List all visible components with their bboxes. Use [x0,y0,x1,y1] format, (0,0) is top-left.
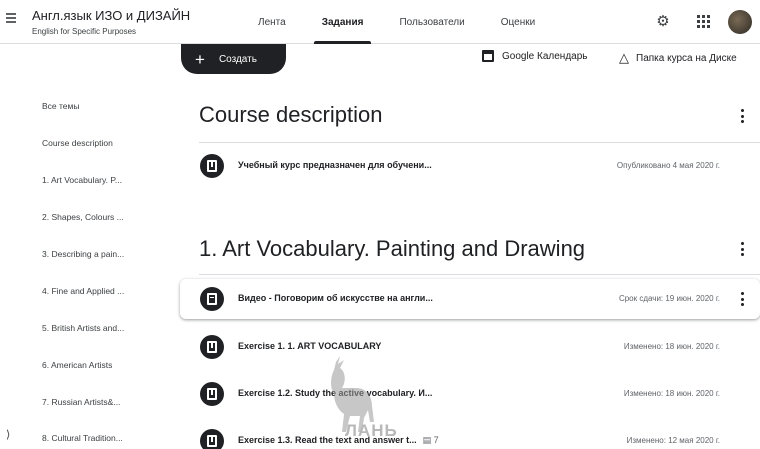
create-button[interactable]: + Создать [181,44,286,74]
assignment-icon [200,287,224,311]
tab-classwork[interactable]: Задания [304,0,382,44]
material-icon [200,154,224,178]
list-item[interactable]: Учебный курс предназначен для обучени...… [180,146,760,186]
tab-bar: Лента Задания Пользователи Оценки [240,0,553,44]
sidebar-item-topic-4[interactable]: 4. Fine and Applied ... [42,286,124,296]
drive-folder-label: Папка курса на Диске [636,52,737,64]
item-title: Exercise 1.2. Study the active vocabular… [238,388,433,398]
create-button-label: Создать [218,53,257,65]
apps-icon[interactable] [694,12,712,30]
item-more-icon[interactable] [738,292,746,306]
tab-grades[interactable]: Оценки [483,0,553,44]
material-icon [200,335,224,359]
item-title: Учебный курс предназначен для обучени... [238,160,432,170]
sidebar-item-topic-3[interactable]: 3. Describing a pain... [42,249,124,259]
sidebar-item-topic-8[interactable]: 8. Cultural Tradition... [42,433,123,443]
item-title: Exercise 1. 1. ART VOCABULARY [238,341,382,351]
tab-stream[interactable]: Лента [240,0,304,44]
sidebar-item-course-description[interactable]: Course description [42,138,113,148]
top-app-bar: Англ.язык ИЗО и ДИЗАЙН English for Speci… [0,0,760,44]
course-subtitle: English for Specific Purposes [32,27,137,36]
watermark-text: ЛАНЬ [345,421,398,440]
topic-more-icon[interactable] [738,242,746,256]
item-due-date: Срок сдачи: 19 июн. 2020 г. [618,294,720,303]
sidebar-item-topic-7[interactable]: 7. Russian Artists&... [42,397,120,407]
drive-icon: △ [619,50,629,65]
topic-title-course-description: Course description [199,102,383,127]
tab-people[interactable]: Пользователи [381,0,482,44]
sidebar-item-topic-6[interactable]: 6. American Artists [42,360,112,370]
avatar[interactable] [728,10,752,34]
topic-divider [199,274,760,275]
comment-count-value: 7 [433,435,439,445]
list-item[interactable]: Exercise 1.3. Read the text and answer t… [180,421,760,449]
google-calendar-label: Google Календарь [502,50,588,62]
material-icon [200,429,224,449]
item-date: Изменено: 18 июн. 2020 г. [623,342,720,351]
list-item[interactable]: Exercise 1. 1. ART VOCABULARY Изменено: … [180,327,760,367]
list-item[interactable]: Exercise 1.2. Study the active vocabular… [180,374,760,414]
comment-icon: ▤ [422,435,434,445]
drive-folder-link[interactable]: △ Папка курса на Диске [619,50,737,66]
gear-icon[interactable]: ⚙ [654,12,672,30]
list-item[interactable]: Видео - Поговорим об искусстве на англи.… [180,279,760,319]
sidebar-item-topic-1[interactable]: 1. Art Vocabulary. P... [42,175,122,185]
calendar-icon [482,50,494,62]
material-icon [200,382,224,406]
topic-title-art-vocabulary: 1. Art Vocabulary. Painting and Drawing [199,236,586,261]
item-date: Опубликовано 4 мая 2020 г. [616,161,720,170]
panel-toggle-icon[interactable]: ⟩ [6,428,10,441]
comment-count: ▤ 7 [423,435,439,446]
sidebar-item-topic-2[interactable]: 2. Shapes, Colours ... [42,212,124,222]
item-title: Exercise 1.3. Read the text and answer t… [238,435,439,446]
plus-icon: + [195,49,205,69]
sidebar-item-all-topics[interactable]: Все темы [42,101,80,111]
menu-icon[interactable] [6,13,16,23]
course-title[interactable]: Англ.язык ИЗО и ДИЗАЙН [32,8,190,23]
item-date: Изменено: 18 июн. 2020 г. [623,389,720,398]
sidebar-item-topic-5[interactable]: 5. British Artists and... [42,323,124,333]
google-calendar-link[interactable]: Google Календарь [482,50,588,62]
topic-more-icon[interactable] [738,109,746,123]
item-date: Изменено: 12 мая 2020 г. [626,436,720,445]
item-title: Видео - Поговорим об искусстве на англи.… [238,293,433,303]
topic-divider [199,142,760,143]
